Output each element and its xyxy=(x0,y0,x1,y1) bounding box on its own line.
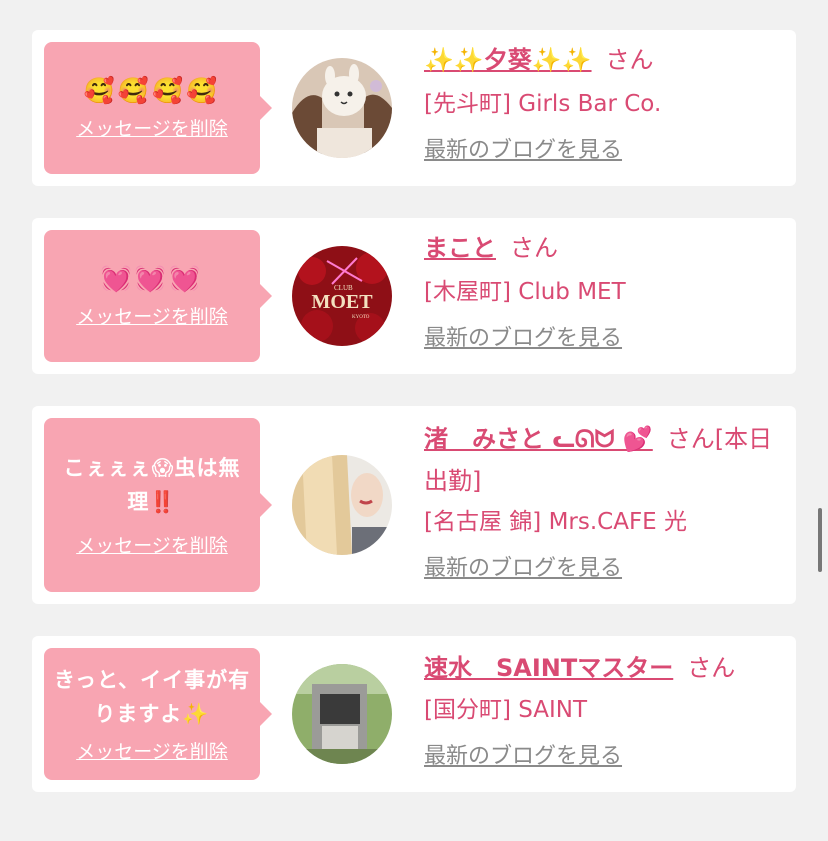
cast-name-link[interactable]: ✨✨夕葵✨✨ xyxy=(424,46,592,74)
message-bubble: 💓💓💓 メッセージを削除 xyxy=(44,230,272,362)
message-card: こぇぇぇ😱虫は無理‼️ メッセージを削除 渚 みさと ᓚᘏᗢ 💕 さん[本日出勤]… xyxy=(32,406,796,604)
club-logo-image: CLUB MOET KYOTO xyxy=(292,246,392,346)
avatar-image xyxy=(292,58,392,158)
cast-name-link[interactable]: まこと xyxy=(424,234,496,262)
name-line: まこと さん xyxy=(424,228,776,268)
delete-message-link[interactable]: メッセージを削除 xyxy=(76,116,228,142)
message-text: こぇぇぇ😱虫は無理‼️ xyxy=(63,456,241,514)
message-bubble: きっと、イイ事が有りますよ✨ メッセージを削除 xyxy=(44,648,272,780)
logo-sub-text: KYOTO xyxy=(352,315,370,320)
delete-message-link[interactable]: メッセージを削除 xyxy=(76,304,228,330)
avatar-image xyxy=(292,664,392,764)
delete-message-link[interactable]: メッセージを削除 xyxy=(76,739,228,765)
avatar[interactable]: CLUB MOET KYOTO xyxy=(292,246,392,346)
cast-name-link[interactable]: 渚 みさと ᓚᘏᗢ 💕 xyxy=(424,425,653,453)
message-text: 💓💓💓 xyxy=(100,264,204,293)
cast-info: 速水 SAINTマスター さん [国分町] SAINT 最新のブログを見る xyxy=(424,648,776,772)
cast-info: まこと さん [木屋町] Club MET 最新のブログを見る xyxy=(424,228,776,354)
avatar[interactable] xyxy=(292,58,392,158)
honorific: さん xyxy=(687,654,736,682)
message-bubble: 🥰🥰🥰🥰 メッセージを削除 xyxy=(44,42,272,174)
message-card: 💓💓💓 メッセージを削除 CLUB MOET KYOTO まこと さん [木屋町]… xyxy=(32,218,796,374)
latest-blog-link[interactable]: 最新のブログを見る xyxy=(424,554,622,584)
message-card: 🥰🥰🥰🥰 メッセージを削除 ✨✨夕葵✨✨ さん [先斗町] Girls Bar C… xyxy=(32,30,796,186)
shop-label: [先斗町] Girls Bar Co. xyxy=(424,91,662,117)
name-line: 速水 SAINTマスター さん xyxy=(424,648,776,688)
honorific: さん xyxy=(510,234,558,262)
scrollbar[interactable] xyxy=(818,508,822,572)
latest-blog-link[interactable]: 最新のブログを見る xyxy=(424,324,622,354)
cast-info: 渚 みさと ᓚᘏᗢ 💕 さん[本日出勤] [名古屋 錦] Mrs.CAFE 光 最… xyxy=(424,418,776,584)
latest-blog-link[interactable]: 最新のブログを見る xyxy=(424,136,622,166)
logo-main-text: MOET xyxy=(311,291,373,313)
name-line: 渚 みさと ᓚᘏᗢ 💕 さん[本日出勤] xyxy=(424,418,776,502)
message-card: きっと、イイ事が有りますよ✨ メッセージを削除 速水 SAINTマスター さん [… xyxy=(32,636,796,792)
latest-blog-link[interactable]: 最新のブログを見る xyxy=(424,742,622,772)
honorific: さん xyxy=(605,46,654,74)
shop-label: [木屋町] Club MET xyxy=(424,279,626,305)
delete-message-link[interactable]: メッセージを削除 xyxy=(76,533,228,559)
avatar-image xyxy=(292,455,392,555)
avatar[interactable] xyxy=(292,455,392,555)
shop-label: [名古屋 錦] Mrs.CAFE 光 xyxy=(424,509,688,535)
message-bubble: こぇぇぇ😱虫は無理‼️ メッセージを削除 xyxy=(44,418,272,592)
name-line: ✨✨夕葵✨✨ さん xyxy=(424,40,776,80)
cast-name-link[interactable]: 速水 SAINTマスター xyxy=(424,654,673,682)
avatar[interactable] xyxy=(292,664,392,764)
shop-label: [国分町] SAINT xyxy=(424,697,588,723)
message-text: きっと、イイ事が有りますよ✨ xyxy=(53,668,251,726)
message-text: 🥰🥰🥰🥰 xyxy=(83,76,221,105)
cast-info: ✨✨夕葵✨✨ さん [先斗町] Girls Bar Co. 最新のブログを見る xyxy=(424,40,776,166)
